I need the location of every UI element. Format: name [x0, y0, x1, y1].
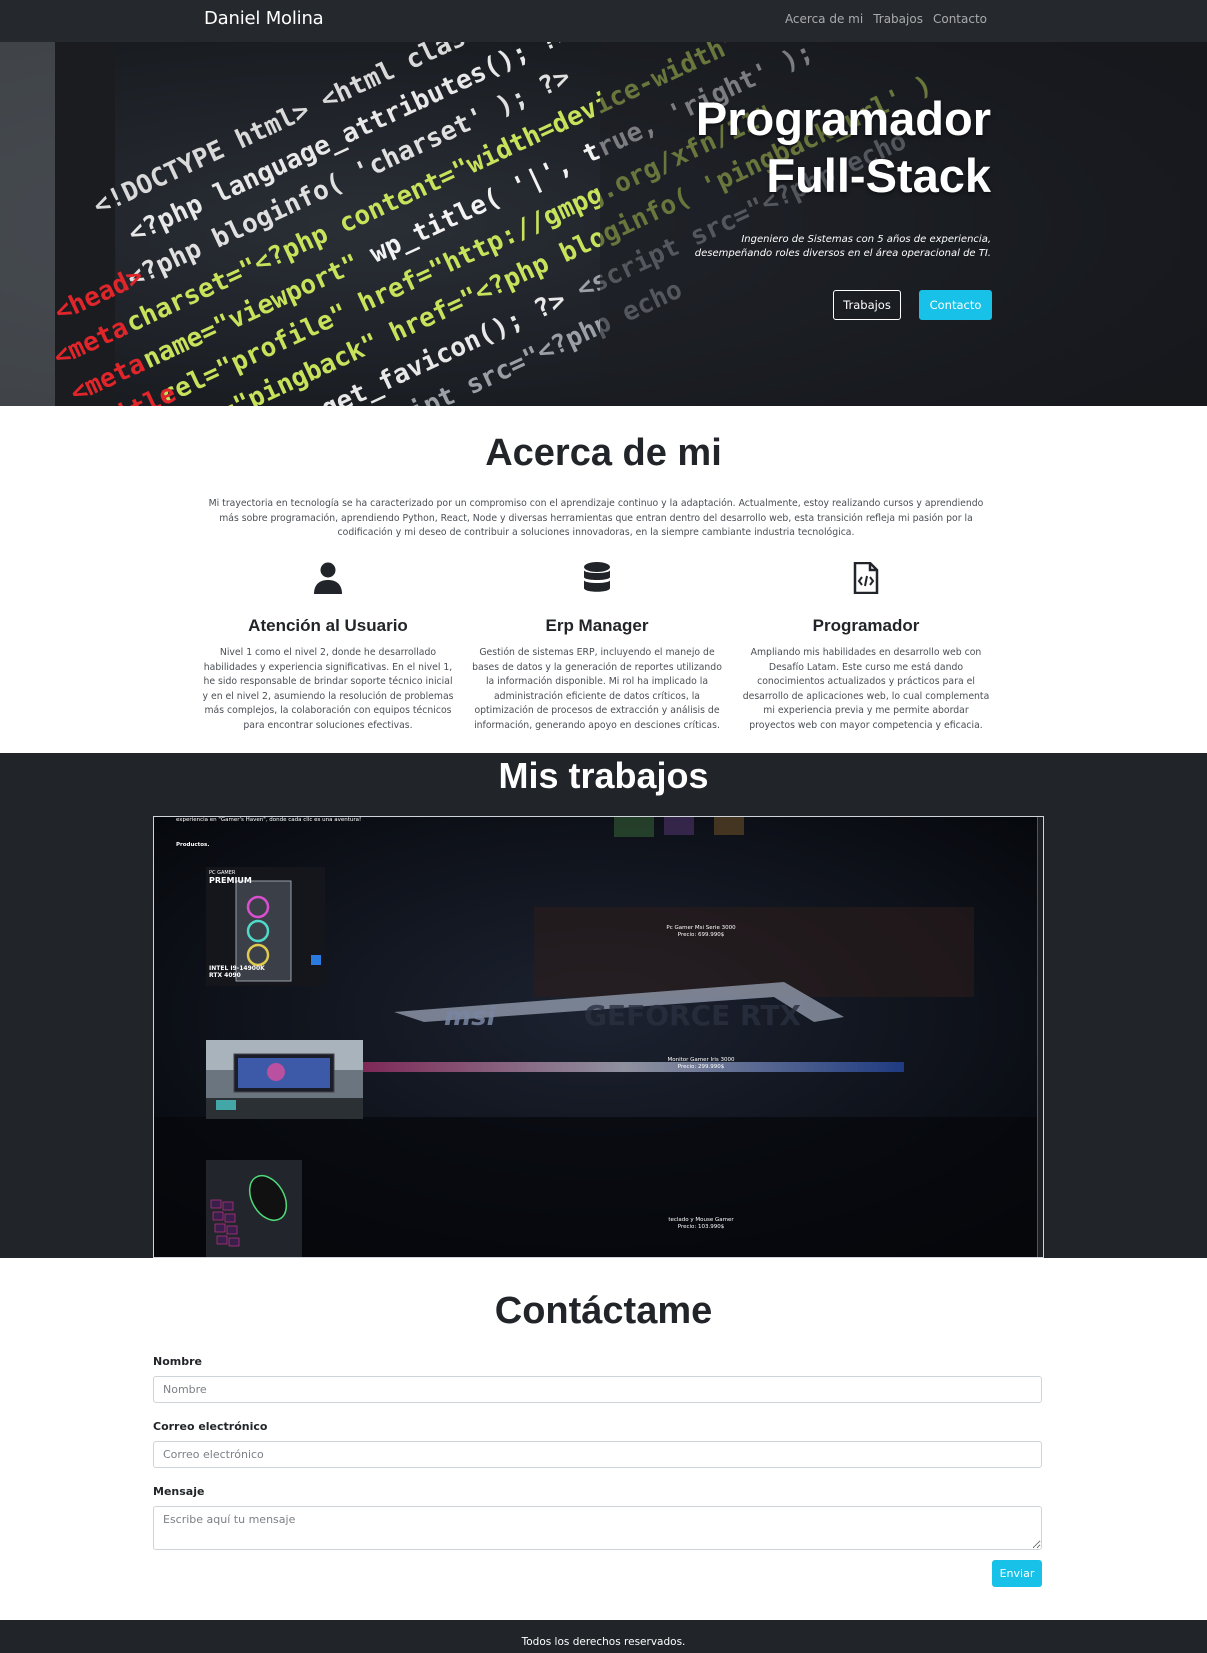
hero-subtitle: Ingeniero de Sistemas con 5 años de expe…	[571, 233, 991, 261]
about-title: Acerca de mi	[485, 432, 722, 474]
navbar: Daniel Molina Acerca de mi Trabajos Cont…	[0, 0, 1207, 42]
name-field[interactable]	[153, 1376, 1042, 1403]
product-3-price: Precio: 103.990$	[677, 1224, 725, 1230]
pc-box-spec1: INTEL I9-14900K	[209, 965, 265, 972]
feature-user-support: Atención al Usuario Nivel 1 como el nive…	[202, 560, 454, 734]
message-field[interactable]	[153, 1506, 1042, 1550]
contact-title: Contáctame	[494, 1290, 713, 1332]
feature-text: Ampliando mis habilidades en desarrollo …	[742, 647, 990, 731]
product-2-label: Monitor Gamer Iris 3000 Precio: 299.990$	[641, 1057, 761, 1071]
submit-button[interactable]: Enviar	[992, 1560, 1042, 1587]
brand-logo[interactable]: Daniel Molina	[204, 8, 324, 29]
footer: Todos los derechos reservados.	[0, 1620, 1207, 1653]
user-icon	[202, 560, 454, 596]
nav-link-about[interactable]: Acerca de mi	[785, 12, 863, 26]
pc-box-spec2: RTX 4090	[209, 972, 241, 979]
nav-link-works[interactable]: Trabajos	[873, 12, 923, 26]
works-title: Mis trabajos	[498, 755, 709, 796]
email-label: Correo electrónico	[153, 1420, 268, 1433]
feature-text: Nivel 1 como el nivel 2, donde he desarr…	[202, 647, 454, 731]
product-2-price: Precio: 299.990$	[677, 1064, 725, 1070]
database-icon	[471, 560, 723, 596]
feature-title: Atención al Usuario	[248, 616, 408, 635]
hero-title: Programador Full-Stack	[571, 90, 991, 204]
backdrop-gpu-text: GEFORCE RTX	[584, 999, 801, 1032]
contact-button[interactable]: Contacto	[919, 290, 992, 320]
product-1-label: Pc Gamer Msi Serie 3000 Precio: 699.990$	[641, 925, 761, 939]
product-2-name: Monitor Gamer Iris 3000	[667, 1057, 735, 1063]
nav-links: Acerca de mi Trabajos Contacto	[785, 12, 987, 26]
nav-link-contact[interactable]: Contacto	[933, 12, 987, 26]
feature-erp-manager: Erp Manager Gestión de sistemas ERP, inc…	[471, 560, 723, 734]
works-section: Mis trabajos msi GEFORCE RTX experiencia…	[0, 753, 1207, 1258]
pc-box-line2: PREMIUM	[209, 876, 252, 885]
hero-section: <!DOCTYPE html> <html class="ie 8"> <!--…	[0, 42, 1207, 406]
works-button[interactable]: Trabajos	[833, 290, 901, 320]
name-label: Nombre	[153, 1355, 202, 1368]
hero-subtitle-line1: Ingeniero de Sistemas con 5 años de expe…	[741, 234, 991, 245]
embed-scrollbar[interactable]	[1037, 817, 1043, 1257]
product-3-label: teclado y Mouse Gamer Precio: 103.990$	[641, 1217, 761, 1231]
hero-subtitle-line2: desempeñando roles diversos en el área o…	[694, 248, 991, 259]
file-code-icon	[740, 560, 992, 596]
embed-products-heading: Productos.	[176, 842, 210, 848]
product-thumb-monitor[interactable]	[206, 1040, 363, 1119]
hero-title-line2: Full-Stack	[766, 149, 991, 202]
backdrop-brand: msi	[444, 1002, 497, 1032]
feature-programmer: Programador Ampliando mis habilidades en…	[740, 560, 992, 734]
product-1-price: Precio: 699.990$	[677, 932, 725, 938]
about-text: Mi trayectoria en tecnología se ha carac…	[208, 498, 984, 538]
email-field[interactable]	[153, 1441, 1042, 1468]
footer-text: Todos los derechos reservados.	[521, 1636, 686, 1648]
hero-title-line1: Programador	[695, 92, 991, 145]
message-label: Mensaje	[153, 1485, 205, 1498]
feature-title: Programador	[812, 616, 920, 635]
product-thumb-keyboard[interactable]	[206, 1160, 302, 1257]
feature-text: Gestión de sistemas ERP, incluyendo el m…	[472, 647, 722, 731]
embed-intro-text: experiencia en "Gamer's Haven", donde ca…	[176, 817, 362, 823]
product-3-name: teclado y Mouse Gamer	[668, 1217, 734, 1223]
works-embed-frame[interactable]: msi GEFORCE RTX experiencia en "Gamer's …	[153, 816, 1044, 1258]
product-1-name: Pc Gamer Msi Serie 3000	[666, 925, 736, 931]
feature-title: Erp Manager	[545, 616, 649, 635]
product-thumb-pc[interactable]: PC GAMER PREMIUM INTEL I9-14900K RTX 409…	[206, 867, 325, 986]
